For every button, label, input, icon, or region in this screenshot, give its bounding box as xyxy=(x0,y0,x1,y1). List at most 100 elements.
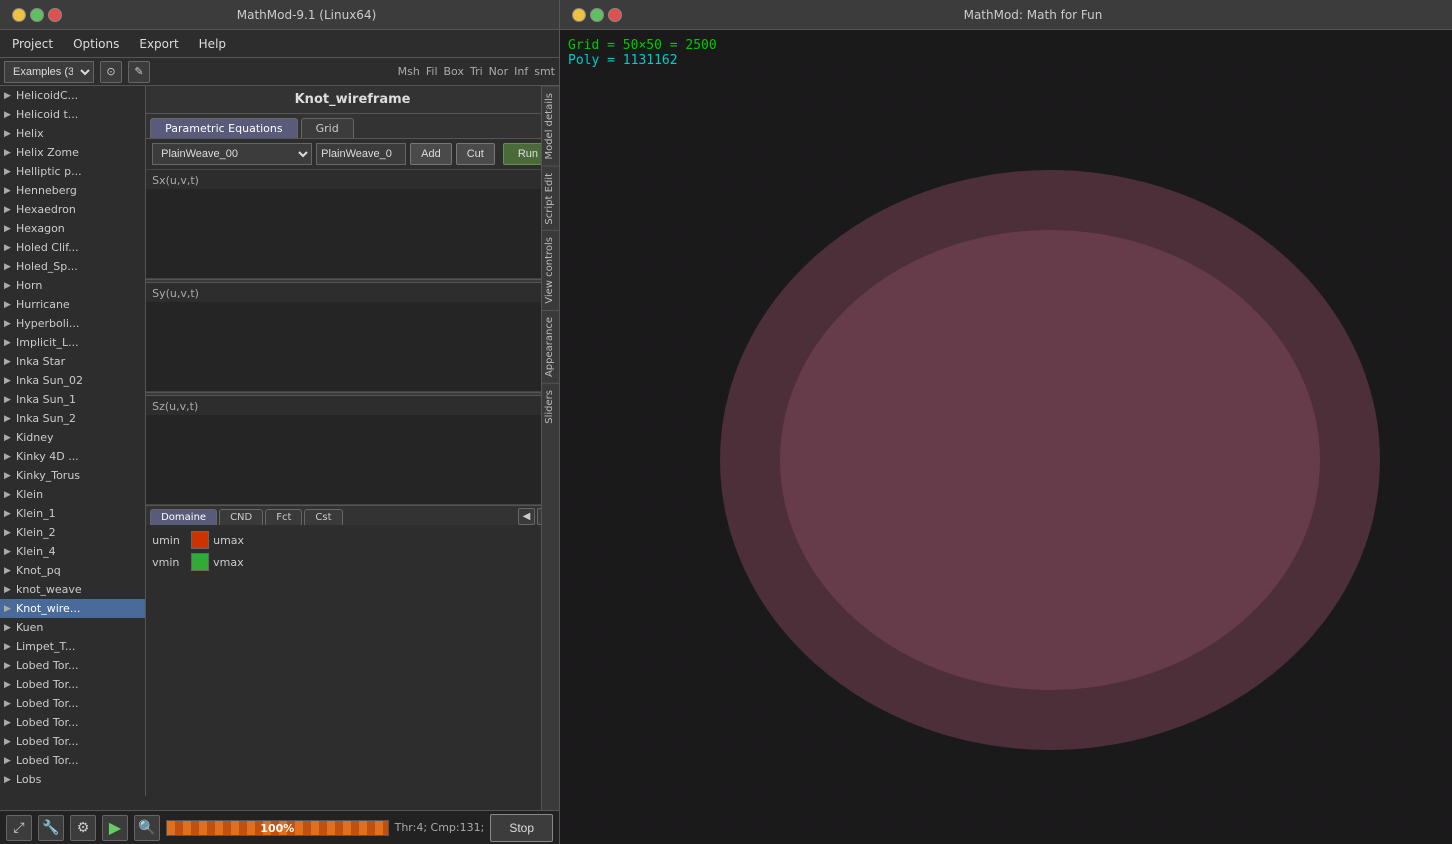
sy-field[interactable] xyxy=(146,302,559,392)
list-item[interactable]: ▶Helix xyxy=(0,124,145,143)
list-item-label: Holed_Sp... xyxy=(16,260,78,273)
maximize-btn[interactable] xyxy=(30,8,44,22)
list-item[interactable]: ▶Holed_Sp... xyxy=(0,257,145,276)
umin-color-box[interactable] xyxy=(191,531,209,549)
list-item[interactable]: ▶Lobs xyxy=(0,770,145,789)
equation-dropdown[interactable]: PlainWeave_00 xyxy=(152,143,312,165)
list-item[interactable]: ▶Inka Sun_02 xyxy=(0,371,145,390)
list-item[interactable]: ▶Klein xyxy=(0,485,145,504)
list-item[interactable]: ▶Lobed Tor... xyxy=(0,675,145,694)
vtab-sliders[interactable]: Sliders xyxy=(542,383,559,430)
list-item[interactable]: ▶Kidney xyxy=(0,428,145,447)
list-item[interactable]: ▶Kinky_Torus xyxy=(0,466,145,485)
status-icon-move[interactable]: ⤢ xyxy=(6,815,32,841)
equation-name-input[interactable] xyxy=(316,143,406,165)
btab-fct[interactable]: Fct xyxy=(265,509,302,525)
add-button[interactable]: Add xyxy=(410,143,452,165)
list-item-label: Klein_2 xyxy=(16,526,56,539)
list-item[interactable]: ▶Knot_pq xyxy=(0,561,145,580)
list-item[interactable]: ▶Lobed Tor... xyxy=(0,656,145,675)
list-item[interactable]: ▶Lobed Tor... xyxy=(0,694,145,713)
list-item[interactable]: ▶Helix Zome xyxy=(0,143,145,162)
list-item-label: Lobed Tor... xyxy=(16,659,78,672)
right-minimize-btn[interactable] xyxy=(572,8,586,22)
list-item[interactable]: ▶Helicoid t... xyxy=(0,105,145,124)
list-item[interactable]: ▶knot_weave xyxy=(0,580,145,599)
vmin-color-box[interactable] xyxy=(191,553,209,571)
menu-project[interactable]: Project xyxy=(4,35,61,53)
list-item[interactable]: ▶Implicit_L... xyxy=(0,333,145,352)
list-arrow: ▶ xyxy=(4,300,14,310)
list-item[interactable]: ▶Klein_1 xyxy=(0,504,145,523)
list-item[interactable]: ▶Kuen xyxy=(0,618,145,637)
list-item[interactable]: ▶Kinky 4D ... xyxy=(0,447,145,466)
sx-field[interactable] xyxy=(146,189,559,279)
list-item[interactable]: ▶Helliptic p... xyxy=(0,162,145,181)
status-icon-tool[interactable]: 🔧 xyxy=(38,815,64,841)
list-item[interactable]: ▶Henneberg xyxy=(0,181,145,200)
menu-options[interactable]: Options xyxy=(65,35,127,53)
list-arrow: ▶ xyxy=(4,110,14,120)
tab-grid[interactable]: Grid xyxy=(301,118,354,138)
btab-domaine[interactable]: Domaine xyxy=(150,509,217,525)
list-item-label: Helicoid t... xyxy=(16,108,78,121)
list-item-label: Hyperboli... xyxy=(16,317,79,330)
close-btn[interactable] xyxy=(48,8,62,22)
vtab-model-details[interactable]: Model details xyxy=(542,86,559,166)
list-item-label: HelicoidC... xyxy=(16,89,78,102)
grid-label-tri: Tri xyxy=(470,65,483,78)
menu-export[interactable]: Export xyxy=(131,35,186,53)
status-icon-settings[interactable]: ⚙ xyxy=(70,815,96,841)
list-item[interactable]: ▶Hurricane xyxy=(0,295,145,314)
right-close-btn[interactable] xyxy=(608,8,622,22)
list-item[interactable]: ▶Lobed Tor... xyxy=(0,732,145,751)
list-item[interactable]: ▶Horn xyxy=(0,276,145,295)
3d-canvas[interactable] xyxy=(560,30,1452,844)
list-item-label: Klein_1 xyxy=(16,507,56,520)
status-icon-search[interactable]: 🔍 xyxy=(134,815,160,841)
list-item[interactable]: ▶Hexagon xyxy=(0,219,145,238)
list-arrow: ▶ xyxy=(4,623,14,633)
minimize-btn[interactable] xyxy=(12,8,26,22)
btab-nav-prev[interactable]: ◀ xyxy=(518,508,536,525)
list-arrow: ▶ xyxy=(4,680,14,690)
list-arrow: ▶ xyxy=(4,509,14,519)
left-panel: MathMod-9.1 (Linux64) Project Options Ex… xyxy=(0,0,560,844)
toolbar-icon-edit[interactable]: ✎ xyxy=(128,61,150,83)
list-item[interactable]: ▶Limpet_T... xyxy=(0,637,145,656)
vtab-script-edit[interactable]: Script Edit xyxy=(542,166,559,231)
status-bar: ⤢ 🔧 ⚙ ▶ 🔍 100% Thr:4; Cmp:131; Stop xyxy=(0,810,559,844)
toolbar-icon-refresh[interactable]: ⊙ xyxy=(100,61,122,83)
vtab-appearance[interactable]: Appearance xyxy=(542,310,559,383)
vtab-view-controls[interactable]: View controls xyxy=(542,230,559,310)
list-item[interactable]: ▶Lobed Tor... xyxy=(0,751,145,770)
list-panel[interactable]: ▶HelicoidC...▶Helicoid t...▶Helix▶Helix … xyxy=(0,86,146,796)
stop-button[interactable]: Stop xyxy=(490,814,553,842)
menu-help[interactable]: Help xyxy=(191,35,234,53)
list-item[interactable]: ▶Inka Star xyxy=(0,352,145,371)
list-item[interactable]: ▶Inka Sun_1 xyxy=(0,390,145,409)
tab-parametric-equations[interactable]: Parametric Equations xyxy=(150,118,298,138)
btab-cnd[interactable]: CND xyxy=(219,509,263,525)
list-item[interactable]: ▶Knot_wire... xyxy=(0,599,145,618)
status-icon-play[interactable]: ▶ xyxy=(102,815,128,841)
list-arrow: ▶ xyxy=(4,205,14,215)
list-arrow: ▶ xyxy=(4,91,14,101)
list-item[interactable]: ▶Inka Sun_2 xyxy=(0,409,145,428)
list-item[interactable]: ▶HelicoidC... xyxy=(0,86,145,105)
list-item-label: Lobed Tor... xyxy=(16,735,78,748)
viewport[interactable]: Grid = 50×50 = 2500 Poly = 1131162 xyxy=(560,30,1452,844)
list-item[interactable]: ▶Hyperboli... xyxy=(0,314,145,333)
sz-field[interactable] xyxy=(146,415,559,505)
cut-button[interactable]: Cut xyxy=(456,143,495,165)
sz-label: Sz(u,v,t) xyxy=(146,396,559,415)
examples-dropdown[interactable]: Examples (358 xyxy=(4,61,94,83)
btab-cst[interactable]: Cst xyxy=(304,509,342,525)
list-item[interactable]: ▶Hexaedron xyxy=(0,200,145,219)
list-item[interactable]: ▶Lobed Tor... xyxy=(0,713,145,732)
list-item-label: Knot_wire... xyxy=(16,602,80,615)
list-item[interactable]: ▶Klein_4 xyxy=(0,542,145,561)
list-item[interactable]: ▶Klein_2 xyxy=(0,523,145,542)
right-maximize-btn[interactable] xyxy=(590,8,604,22)
list-item[interactable]: ▶Holed Clif... xyxy=(0,238,145,257)
